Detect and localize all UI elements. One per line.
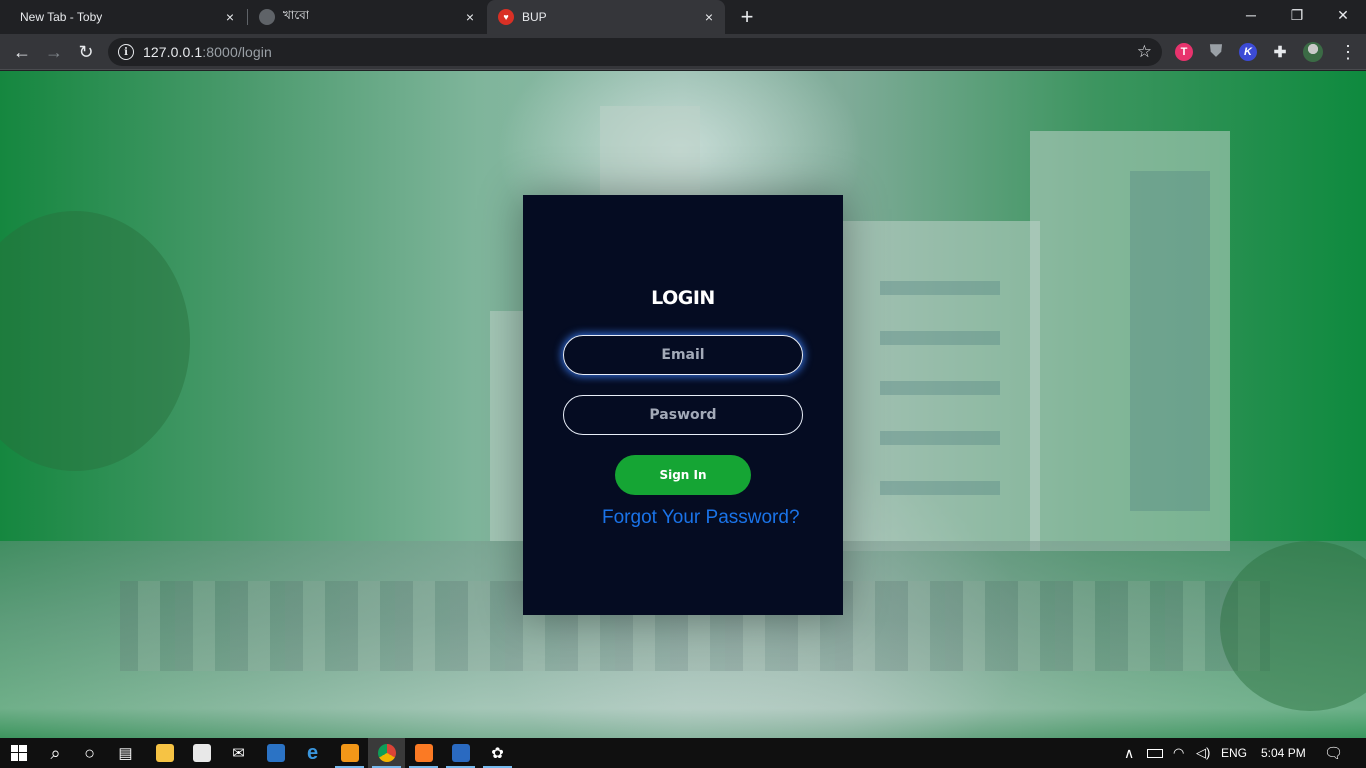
close-tab-icon[interactable]: × — [462, 9, 478, 25]
login-title: LOGIN — [651, 287, 715, 309]
windows-logo-icon — [10, 745, 27, 761]
background-tree — [0, 211, 190, 471]
building-window — [1130, 171, 1210, 511]
paint-icon[interactable]: ✿ — [479, 738, 516, 768]
edge-icon[interactable]: e — [294, 738, 331, 768]
volume-icon[interactable]: ◁) — [1196, 738, 1210, 768]
address-url: 127.0.0.1:8000/login — [143, 44, 272, 60]
address-bar[interactable]: i 127.0.0.1:8000/login ☆ — [108, 38, 1162, 66]
building-window — [880, 331, 1000, 345]
store-icon[interactable] — [183, 738, 220, 768]
browser-menu-button[interactable]: ⋮ — [1334, 38, 1362, 66]
login-card: LOGIN Sign In Forgot Your Password? — [523, 195, 843, 615]
reload-button[interactable]: ↻ — [72, 38, 100, 66]
search-icon[interactable]: ⌕ — [37, 738, 74, 768]
xampp-icon[interactable] — [405, 738, 442, 768]
password-input[interactable] — [563, 395, 803, 435]
background-building — [1030, 131, 1230, 551]
app-icon — [266, 744, 285, 762]
chrome-icon[interactable] — [368, 738, 405, 768]
building-window — [880, 431, 1000, 445]
tab-title: New Tab - Toby — [20, 10, 103, 24]
close-tab-icon[interactable]: × — [701, 9, 717, 25]
powershell-icon[interactable] — [442, 738, 479, 768]
background-building — [840, 221, 1040, 551]
k-extension-icon[interactable]: K — [1239, 43, 1257, 61]
app-icon[interactable] — [257, 738, 294, 768]
sign-in-button[interactable]: Sign In — [615, 455, 751, 495]
tab-strip: New Tab - Toby × খাবো × ♥ BUP × + ─ ❐ ✕ — [0, 0, 1366, 34]
show-hidden-icons-button[interactable]: ∧ — [1124, 738, 1134, 768]
battery-icon[interactable] — [1147, 738, 1163, 768]
start-button[interactable] — [0, 738, 37, 768]
task-view-icon[interactable]: ▤ — [107, 738, 144, 768]
login-page-background: LOGIN Sign In Forgot Your Password? — [0, 71, 1366, 738]
battery-icon — [1147, 748, 1163, 758]
sublime-icon[interactable] — [331, 738, 368, 768]
clock[interactable]: 5:04 PM — [1261, 738, 1306, 768]
bup-favicon-icon: ♥ — [498, 9, 514, 25]
notification-center-icon[interactable]: 🗨 — [1324, 738, 1343, 768]
tab-title: BUP — [522, 10, 547, 24]
close-tab-icon[interactable]: × — [222, 9, 238, 25]
taskbar: ⌕ ○ ▤ ✉ e ✿ ∧ ◠ ◁) ENG 5:04 PM 🗨 — [0, 738, 1366, 768]
mail-icon[interactable]: ✉ — [220, 738, 257, 768]
tab-title: খাবো — [283, 8, 310, 22]
tab-divider — [247, 9, 248, 25]
puzzle-extensions-icon[interactable]: ✚ — [1271, 43, 1289, 61]
tab-bup[interactable]: ♥ BUP × — [487, 0, 725, 34]
powershell-icon — [451, 744, 470, 762]
xampp-icon — [414, 744, 433, 762]
toby-extension-icon[interactable]: T — [1175, 43, 1193, 61]
sublime-icon — [340, 744, 359, 762]
chrome-icon — [377, 744, 396, 762]
url-host: 127.0.0.1 — [143, 44, 203, 60]
file-explorer-icon[interactable] — [146, 738, 183, 768]
tab-new-tab-toby[interactable]: New Tab - Toby × — [8, 0, 246, 34]
email-input[interactable] — [563, 335, 803, 375]
close-window-button[interactable]: ✕ — [1320, 0, 1366, 30]
building-window — [880, 381, 1000, 395]
forward-button[interactable]: → — [40, 38, 68, 66]
site-info-icon[interactable]: i — [118, 44, 134, 60]
minimize-button[interactable]: ─ — [1228, 0, 1274, 30]
shield-extension-icon[interactable]: ⛊ — [1207, 43, 1225, 61]
new-tab-button[interactable]: + — [733, 3, 761, 31]
language-indicator[interactable]: ENG — [1221, 738, 1247, 768]
wifi-icon[interactable]: ◠ — [1173, 738, 1184, 768]
restore-button[interactable]: ❐ — [1274, 0, 1320, 30]
bookmark-star-icon[interactable]: ☆ — [1137, 42, 1152, 62]
building-window — [880, 481, 1000, 495]
forgot-password-link[interactable]: Forgot Your Password? — [602, 507, 800, 529]
browser-toolbar: ← → ↻ i 127.0.0.1:8000/login ☆ T ⛊ K ✚ ⋮ — [0, 34, 1366, 70]
store-icon — [192, 744, 211, 762]
building-window — [880, 281, 1000, 295]
file-explorer-icon — [155, 744, 174, 762]
url-path: :8000/login — [202, 44, 272, 60]
globe-icon — [259, 9, 275, 25]
tab-khabo[interactable]: খাবো × — [250, 0, 486, 34]
profile-avatar[interactable] — [1303, 42, 1323, 62]
cortana-icon[interactable]: ○ — [71, 738, 108, 768]
back-button[interactable]: ← — [8, 38, 36, 66]
